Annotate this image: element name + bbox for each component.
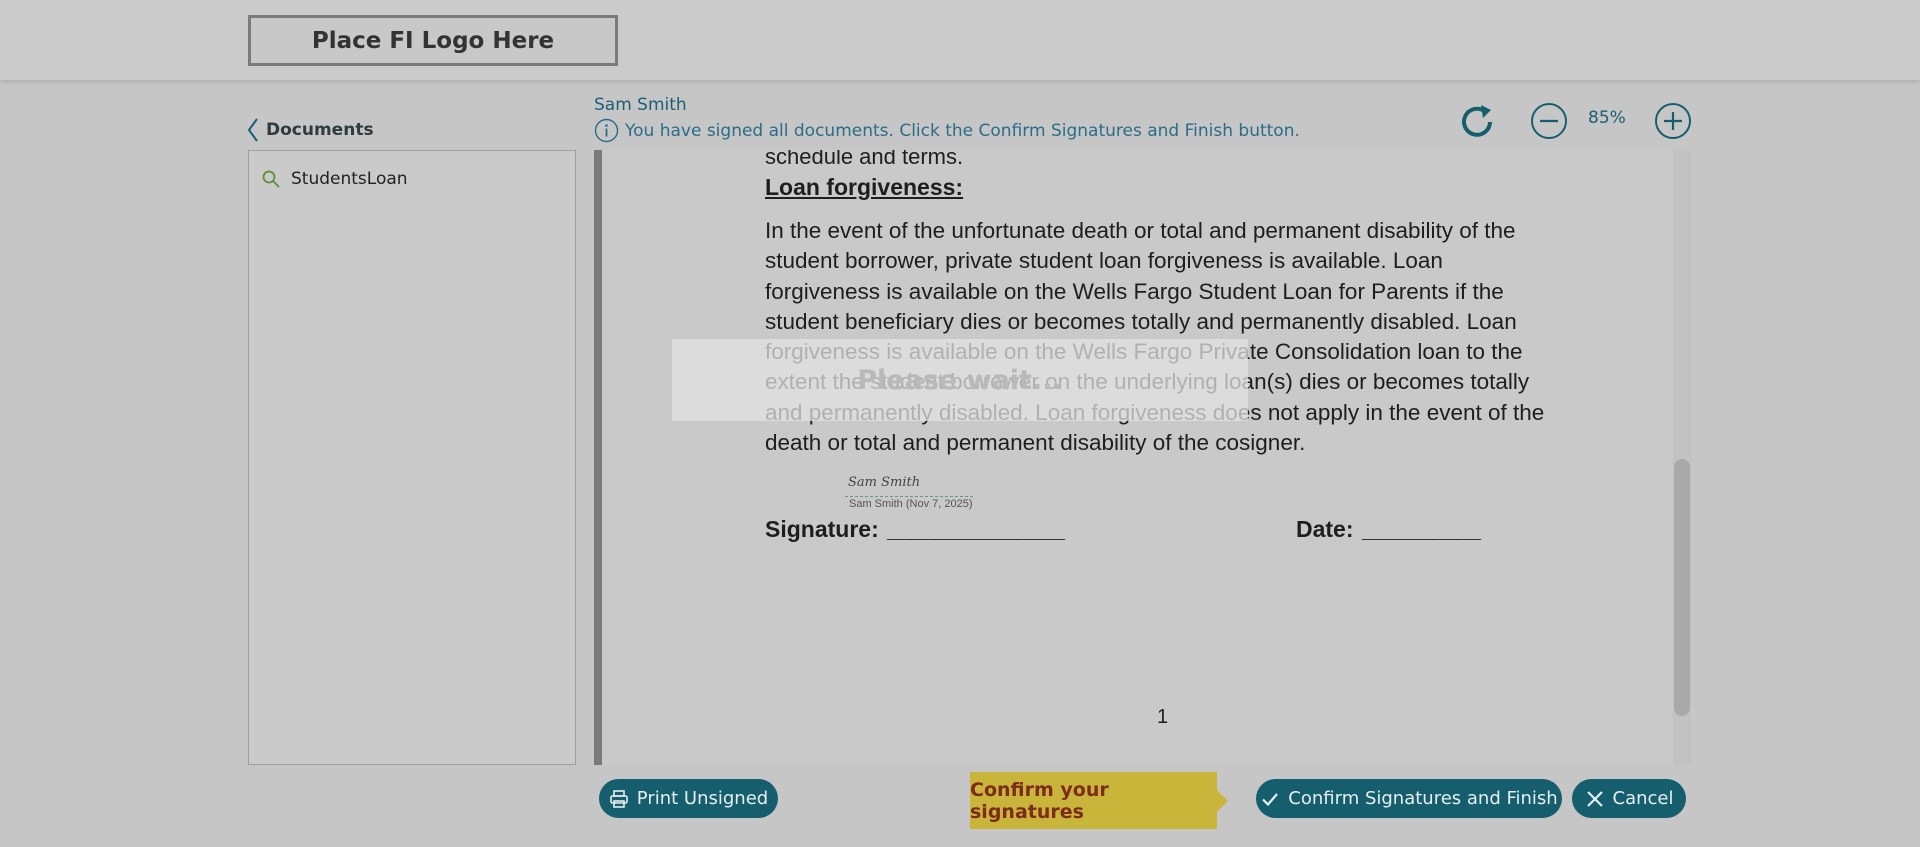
printer-icon <box>609 789 628 808</box>
section-heading: Loan forgiveness: <box>765 174 964 200</box>
checkmark-icon <box>1262 792 1279 806</box>
signature-script: Sam Smith <box>848 475 921 490</box>
info-icon <box>594 118 619 143</box>
please-wait-overlay: Please wait... <box>672 339 1248 421</box>
confirm-signatures-tooltip: Confirm your signatures <box>970 772 1217 829</box>
chevron-left-icon <box>247 118 258 142</box>
search-icon <box>262 170 280 188</box>
back-to-documents-link[interactable]: Documents <box>246 116 374 144</box>
cancel-label: Cancel <box>1612 788 1674 809</box>
close-icon <box>1586 790 1603 807</box>
signature-field[interactable]: Sam Smith Sam Smith (Nov 7, 2025) <box>845 475 973 526</box>
page-number: 1 <box>1157 706 1169 728</box>
info-message: You have signed all documents. Click the… <box>594 118 1300 143</box>
document-viewer[interactable]: schedule and terms. Loan forgiveness: In… <box>594 150 1691 765</box>
zoom-level: 85% <box>1588 108 1626 128</box>
signature-stamp: Sam Smith (Nov 7, 2025) <box>849 498 973 510</box>
plus-circle-icon[interactable] <box>1654 102 1692 140</box>
signer-name: Sam Smith <box>594 95 687 115</box>
cancel-button[interactable]: Cancel <box>1572 779 1686 818</box>
confirm-signatures-button[interactable]: Confirm Signatures and Finish <box>1256 779 1562 818</box>
viewer-scrollbar-thumb[interactable] <box>1674 459 1690 716</box>
confirm-signatures-label: Confirm Signatures and Finish <box>1288 788 1558 809</box>
date-label: Date: <box>1296 516 1354 542</box>
document-text-top: schedule and terms. <box>765 150 964 169</box>
date-line: __________ <box>1362 516 1481 542</box>
document-list: StudentsLoan <box>248 150 576 765</box>
document-page: schedule and terms. Loan forgiveness: In… <box>602 150 1674 765</box>
back-link-label: Documents <box>266 120 374 140</box>
app-header: Place FI Logo Here <box>0 0 1920 80</box>
document-item-label: StudentsLoan <box>291 169 408 189</box>
print-unsigned-label: Print Unsigned <box>636 788 769 809</box>
info-message-text: You have signed all documents. Click the… <box>625 120 1300 141</box>
tooltip-arrow <box>1217 790 1228 812</box>
document-item-studentsloan[interactable]: StudentsLoan <box>261 169 408 189</box>
print-unsigned-button[interactable]: Print Unsigned <box>599 779 778 818</box>
logo-placeholder: Place FI Logo Here <box>248 15 618 66</box>
minus-circle-icon[interactable] <box>1530 102 1568 140</box>
document-paragraph: In the event of the unfortunate death or… <box>765 218 1545 456</box>
refresh-icon[interactable] <box>1455 100 1499 144</box>
please-wait-text: Please wait... <box>857 364 1063 396</box>
